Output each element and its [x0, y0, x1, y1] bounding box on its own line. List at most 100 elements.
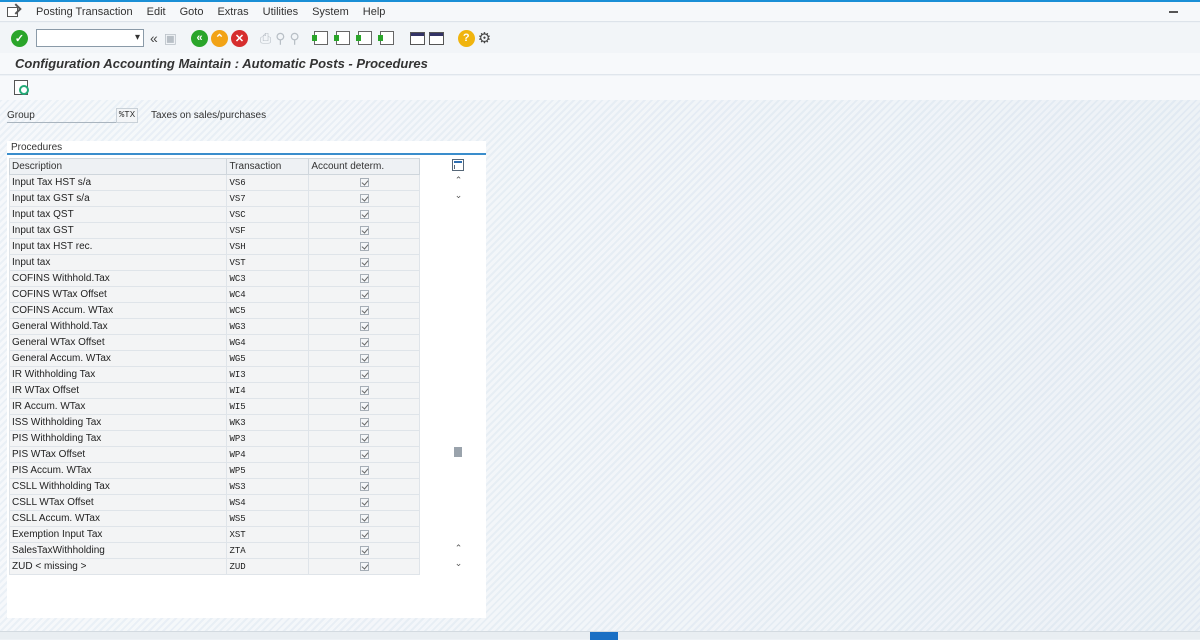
cell-account-determ	[308, 558, 420, 575]
cell-account-determ	[308, 542, 420, 559]
enter-icon[interactable]: ✓	[11, 29, 28, 47]
system-menu-icon[interactable]	[6, 5, 24, 19]
scroll-down-bottom-icon[interactable]: ⌄	[453, 558, 464, 568]
checkbox-checked-icon[interactable]	[359, 561, 369, 571]
cell-account-determ	[308, 174, 420, 191]
checkbox-checked-icon[interactable]	[359, 497, 369, 507]
create-session-icon[interactable]	[409, 31, 425, 45]
exit-icon[interactable]: ⌃	[211, 29, 229, 47]
back-double-icon[interactable]: «	[150, 30, 158, 46]
checkbox-checked-icon[interactable]	[359, 353, 369, 363]
print-icon[interactable]: ⎙	[260, 30, 271, 47]
column-config-icon[interactable]	[452, 159, 464, 171]
table-row[interactable]: Input tax GST VSF	[8, 222, 420, 239]
save-icon[interactable]: ▣	[164, 30, 177, 47]
checkbox-checked-icon[interactable]	[359, 305, 369, 315]
scroll-down-icon[interactable]: ⌄	[453, 190, 464, 200]
chevron-down-icon[interactable]: ▾	[135, 32, 140, 43]
table-row[interactable]: Exemption Input Tax XST	[8, 526, 420, 543]
checkbox-checked-icon[interactable]	[359, 177, 369, 187]
table-row[interactable]: General WTax Offset WG4	[8, 334, 420, 351]
checkbox-checked-icon[interactable]	[359, 465, 369, 475]
checkbox-checked-icon[interactable]	[359, 241, 369, 251]
menu-system[interactable]: System	[312, 6, 349, 18]
find-next-icon[interactable]: ⚲	[290, 30, 300, 47]
cell-account-determ	[308, 206, 420, 223]
column-header-description[interactable]: Description	[8, 158, 228, 175]
menu-edit[interactable]: Edit	[147, 6, 166, 18]
table-row[interactable]: PIS Withholding Tax WP3	[8, 430, 420, 447]
details-icon[interactable]	[14, 80, 29, 95]
minimize-icon[interactable]	[1169, 11, 1178, 13]
group-underline	[7, 122, 116, 123]
table-row[interactable]: CSLL WTax Offset WS4	[8, 494, 420, 511]
back-icon[interactable]: «	[191, 29, 209, 47]
table-row[interactable]: COFINS Withhold.Tax WC3	[8, 270, 420, 287]
column-header-transaction[interactable]: Transaction	[226, 158, 310, 175]
column-header-account-determ[interactable]: Account determ.	[308, 158, 420, 175]
menu-utilities[interactable]: Utilities	[263, 6, 298, 18]
table-row[interactable]: ZUD < missing > ZUD	[8, 558, 420, 575]
table-row[interactable]: Input tax HST rec. VSH	[8, 238, 420, 255]
customize-icon[interactable]: ⚙	[478, 29, 491, 47]
table-row[interactable]: COFINS Accum. WTax WC5	[8, 302, 420, 319]
checkbox-checked-icon[interactable]	[359, 225, 369, 235]
checkbox-checked-icon[interactable]	[359, 433, 369, 443]
checkbox-checked-icon[interactable]	[359, 449, 369, 459]
scroll-up-bottom-icon[interactable]: ⌃	[453, 543, 464, 553]
checkbox-checked-icon[interactable]	[359, 417, 369, 427]
group-field[interactable]: %TX	[116, 108, 138, 123]
checkbox-checked-icon[interactable]	[359, 369, 369, 379]
table-row[interactable]: Input tax QST VSC	[8, 206, 420, 223]
previous-page-icon[interactable]	[333, 31, 350, 45]
checkbox-checked-icon[interactable]	[359, 209, 369, 219]
cell-description: IR Withholding Tax	[8, 366, 228, 383]
last-page-icon[interactable]	[377, 31, 394, 45]
checkbox-checked-icon[interactable]	[359, 193, 369, 203]
vertical-scrollbar[interactable]: ⌃ ⌄ ⌃ ⌄	[451, 173, 466, 573]
menu-posting-transaction[interactable]: Posting Transaction	[36, 6, 133, 18]
menu-help[interactable]: Help	[363, 6, 386, 18]
table-row[interactable]: Input tax GST s/a VS7	[8, 190, 420, 207]
checkbox-checked-icon[interactable]	[359, 257, 369, 267]
checkbox-checked-icon[interactable]	[359, 529, 369, 539]
checkbox-checked-icon[interactable]	[359, 513, 369, 523]
find-icon[interactable]: ⚲	[275, 30, 285, 47]
help-icon[interactable]: ?	[457, 29, 475, 47]
checkbox-checked-icon[interactable]	[359, 321, 369, 331]
checkbox-checked-icon[interactable]	[359, 481, 369, 491]
cell-description: CSLL Withholding Tax	[8, 478, 228, 495]
checkbox-checked-icon[interactable]	[359, 337, 369, 347]
table-row[interactable]: ISS Withholding Tax WK3	[8, 414, 420, 431]
scroll-thumb[interactable]	[454, 447, 462, 457]
cancel-icon[interactable]: ✕	[231, 29, 249, 47]
table-row[interactable]: General Withhold.Tax WG3	[8, 318, 420, 335]
command-input[interactable]	[37, 30, 127, 46]
first-page-icon[interactable]	[311, 31, 328, 45]
menu-goto[interactable]: Goto	[180, 6, 204, 18]
table-row[interactable]: SalesTaxWithholding ZTA	[8, 542, 420, 559]
table-row[interactable]: IR Withholding Tax WI3	[8, 366, 420, 383]
table-row[interactable]: Input tax VST	[8, 254, 420, 271]
checkbox-checked-icon[interactable]	[359, 385, 369, 395]
scroll-up-icon[interactable]: ⌃	[453, 175, 464, 185]
table-row[interactable]: Input Tax HST s/a VS6	[8, 174, 420, 191]
table-row[interactable]: PIS Accum. WTax WP5	[8, 462, 420, 479]
checkbox-checked-icon[interactable]	[359, 289, 369, 299]
menu-extras[interactable]: Extras	[217, 6, 248, 18]
checkbox-checked-icon[interactable]	[359, 401, 369, 411]
table-row[interactable]: CSLL Accum. WTax WS5	[8, 510, 420, 527]
table-row[interactable]: CSLL Withholding Tax WS3	[8, 478, 420, 495]
table-row[interactable]: IR Accum. WTax WI5	[8, 398, 420, 415]
command-field[interactable]: ▾	[36, 29, 144, 47]
checkbox-checked-icon[interactable]	[359, 545, 369, 555]
next-page-icon[interactable]	[355, 31, 372, 45]
checkbox-checked-icon[interactable]	[359, 273, 369, 283]
table-row[interactable]: PIS WTax Offset WP4	[8, 446, 420, 463]
table-row[interactable]: COFINS WTax Offset WC4	[8, 286, 420, 303]
shortcut-icon[interactable]	[428, 31, 444, 45]
cell-transaction: WS3	[226, 478, 310, 495]
table-row[interactable]: IR WTax Offset WI4	[8, 382, 420, 399]
cell-account-determ	[308, 398, 420, 415]
table-row[interactable]: General Accum. WTax WG5	[8, 350, 420, 367]
